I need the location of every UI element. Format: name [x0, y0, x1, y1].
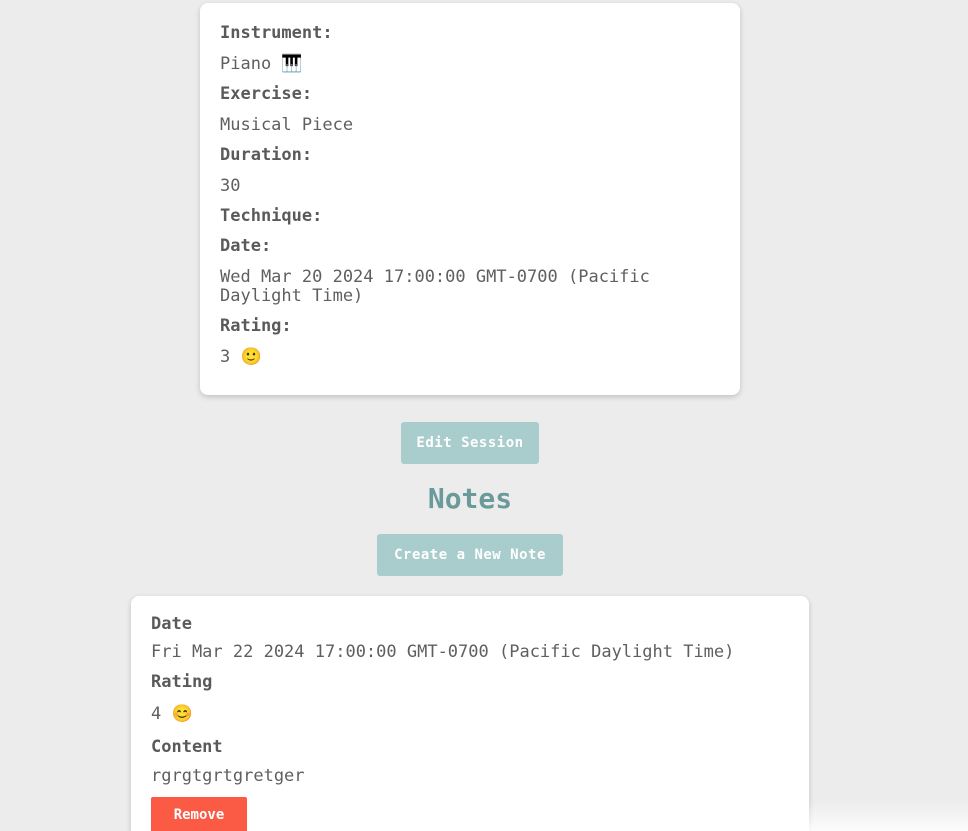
note-rating-value: 4 😊	[151, 704, 193, 724]
note-rating-label: Rating	[151, 672, 213, 692]
technique-label: Technique:	[220, 206, 323, 226]
remove-note-button[interactable]: Remove	[151, 797, 247, 831]
rating-value: 3 🙂	[220, 347, 262, 367]
edit-session-button[interactable]: Edit Session	[401, 422, 539, 464]
session-detail-page: Instrument: Piano 🎹 Exercise: Musical Pi…	[0, 0, 968, 831]
note-date-value: Fri Mar 22 2024 17:00:00 GMT-0700 (Pacif…	[151, 642, 735, 662]
rating-label: Rating:	[220, 316, 292, 336]
notes-heading: Notes	[427, 482, 513, 515]
duration-value: 30	[220, 176, 241, 196]
date-label: Date:	[220, 236, 272, 256]
instrument-value: Piano 🎹	[220, 54, 303, 74]
create-note-button[interactable]: Create a New Note	[377, 534, 563, 576]
session-details-card: Instrument: Piano 🎹 Exercise: Musical Pi…	[200, 3, 740, 395]
instrument-label: Instrument:	[220, 23, 333, 43]
note-content-value: rgrgtgrtgretger	[151, 766, 305, 786]
exercise-value: Musical Piece	[220, 115, 354, 135]
duration-label: Duration:	[220, 145, 313, 165]
note-content-label: Content	[151, 737, 223, 757]
note-date-label: Date	[151, 614, 192, 634]
exercise-label: Exercise:	[220, 84, 313, 104]
date-value: Wed Mar 20 2024 17:00:00 GMT-0700 (Pacif…	[220, 267, 650, 306]
note-card: Date Fri Mar 22 2024 17:00:00 GMT-0700 (…	[131, 596, 809, 831]
